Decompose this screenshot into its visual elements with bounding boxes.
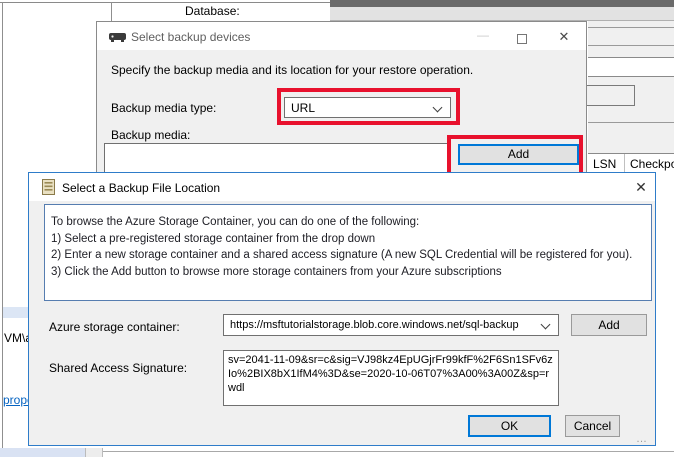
background-toolbar-band [330, 7, 674, 21]
chevron-down-icon [541, 320, 551, 330]
close-icon[interactable]: ✕ [632, 179, 650, 197]
backup-sets-table-header: LSN Checkpoint [588, 153, 674, 172]
column-separator [624, 154, 625, 172]
column-header-checkpoint[interactable]: Checkpoint [630, 157, 674, 171]
add-storage-container-button[interactable]: Add [571, 314, 647, 336]
select-backup-devices-titlebar[interactable]: Select backup devices — ✕ [97, 22, 586, 50]
background-row-divider [588, 45, 674, 46]
backup-media-label: Backup media: [111, 128, 190, 142]
background-grid-row-fragment [0, 448, 85, 457]
cancel-button[interactable]: Cancel [565, 415, 620, 437]
server-path-fragment: VM\a [4, 331, 28, 345]
minimize-button[interactable]: — [475, 28, 491, 44]
backup-file-location-titlebar[interactable]: Select a Backup File Location ✕ [29, 173, 655, 201]
shared-access-signature-input[interactable]: sv=2041-11-09&sr=c&sig=VJ98kz4EpUGjrFr99… [223, 350, 559, 406]
screenshot-root: Database: LSN Checkpoint VM\a prope Sele… [0, 0, 674, 457]
annotation-highlight-media-type [277, 88, 460, 125]
dialog-title: Select a Backup File Location [62, 181, 220, 195]
background-input-fragment [588, 57, 674, 77]
background-row-divider [588, 122, 674, 123]
instruction-line: 3) Click the Add button to browse more s… [51, 264, 645, 281]
background-button-fragment [586, 85, 635, 106]
background-grid-header-fragment [3, 307, 28, 318]
azure-storage-container-select[interactable]: https://msftutorialstorage.blob.core.win… [223, 314, 559, 336]
background-row-divider [588, 27, 674, 28]
properties-link-fragment[interactable]: prope [3, 393, 28, 407]
instruction-line: To browse the Azure Storage Container, y… [51, 214, 645, 231]
maximize-icon[interactable] [517, 34, 527, 44]
resize-grip[interactable]: … [636, 433, 648, 445]
close-icon[interactable]: ✕ [556, 29, 572, 45]
background-window-border [0, 2, 334, 3]
shared-access-signature-label: Shared Access Signature: [49, 361, 187, 375]
select-backup-file-location-dialog: Select a Backup File Location ✕ To brows… [28, 172, 656, 446]
azure-storage-container-value: https://msftutorialstorage.blob.core.win… [230, 319, 534, 331]
ok-button[interactable]: OK [468, 415, 551, 437]
backup-file-icon [42, 179, 55, 198]
background-panel-border-left [2, 2, 3, 457]
instruction-line: 1) Select a pre-registered storage conta… [51, 231, 645, 248]
backup-media-type-label: Backup media type: [111, 101, 216, 115]
background-dark-bar [330, 0, 674, 7]
dialog-subtitle: Specify the backup media and its locatio… [111, 63, 473, 77]
background-panel-divider [111, 2, 112, 21]
instructions-box: To browse the Azure Storage Container, y… [44, 204, 652, 301]
column-header-lsn[interactable]: LSN [593, 157, 616, 171]
dialog-title: Select backup devices [131, 30, 250, 44]
azure-storage-container-label: Azure storage container: [49, 320, 180, 334]
instruction-line: 2) Enter a new storage container and a s… [51, 247, 645, 264]
backup-device-icon [109, 32, 126, 46]
database-label: Database: [185, 4, 240, 18]
background-divider-line [103, 451, 674, 452]
background-grid-cell-fragment [85, 448, 103, 457]
